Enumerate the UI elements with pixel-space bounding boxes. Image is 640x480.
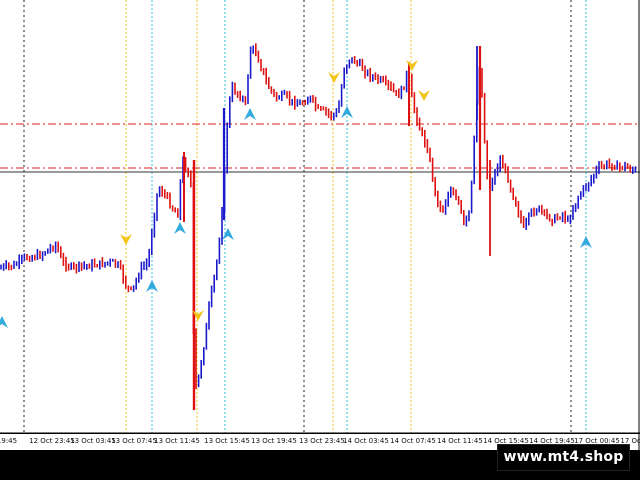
time-label: 13 Oct 07:45 (111, 437, 157, 445)
time-label: 14 Oct 11:45 (437, 437, 483, 445)
time-label: 13 Oct 23:45 (299, 437, 345, 445)
time-label: 13 Oct 15:45 (204, 437, 250, 445)
plot-background (0, 0, 640, 433)
time-label: 14 Oct 03:45 (343, 437, 389, 445)
time-label: 12 Oct 23:45 (29, 437, 75, 445)
time-label: 14 Oct 07:45 (390, 437, 436, 445)
time-label: 13 Oct 03:45 (70, 437, 116, 445)
time-label: 19:45 (0, 437, 18, 445)
time-label: 13 Oct 11:45 (154, 437, 200, 445)
chart-plot-area[interactable] (0, 0, 640, 480)
watermark-badge: www.mt4.shop (497, 444, 630, 471)
time-label: 13 Oct 19:45 (251, 437, 297, 445)
watermark-text: www.mt4.shop (503, 449, 624, 465)
price-chart[interactable]: 19:45 12 Oct 23:45 13 Oct 03:45 13 Oct 0… (0, 0, 640, 480)
